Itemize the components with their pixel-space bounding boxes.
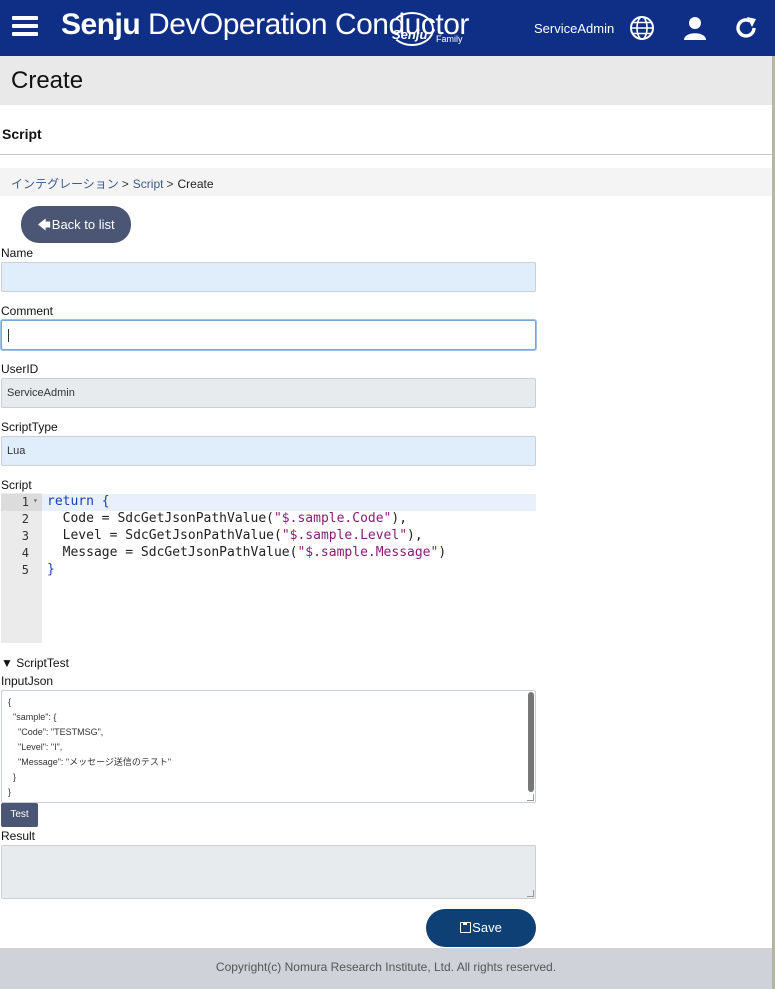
scripttype-select[interactable]: Lua — [1, 436, 536, 466]
scripttype-label: ScriptType — [1, 420, 58, 434]
resize-handle-icon[interactable] — [527, 890, 534, 897]
line-number: 3 — [21, 529, 29, 543]
inputjson-label: InputJson — [1, 674, 54, 688]
inputjson-scrollbar[interactable] — [528, 692, 534, 792]
page-title: Create — [11, 67, 84, 94]
result-textarea[interactable] — [1, 845, 536, 899]
breadcrumb-script[interactable]: Script — [133, 177, 164, 191]
brand-logo-text: Senju — [392, 27, 428, 42]
floppy-disk-icon — [460, 922, 472, 933]
arrow-left-icon: 🡄 — [37, 217, 51, 232]
text-caret — [8, 328, 9, 342]
breadcrumb-integration[interactable]: インテグレーション — [11, 177, 119, 191]
userid-label: UserID — [1, 362, 39, 376]
comment-label: Comment — [1, 304, 54, 318]
userid-input[interactable]: ServiceAdmin — [1, 378, 536, 408]
code-line: } — [47, 562, 55, 577]
section-title: Script — [2, 126, 42, 142]
current-user[interactable]: ServiceAdmin — [534, 21, 614, 36]
breadcrumb-current: Create — [177, 177, 214, 191]
refresh-icon[interactable] — [733, 15, 759, 41]
script-editor[interactable]: 1 ▾ 2 3 4 5 return { Code = SdcGetJsonPa… — [1, 493, 536, 643]
line-number: 2 — [21, 512, 29, 526]
brand-family-text: Family — [436, 34, 463, 44]
code-line: Level = SdcGetJsonPathValue("$.sample.Le… — [47, 528, 423, 543]
result-label: Result — [1, 829, 36, 843]
active-line-highlight — [42, 494, 536, 511]
user-icon[interactable] — [682, 15, 708, 41]
code-line: return { — [47, 494, 110, 509]
breadcrumb-separator: > — [166, 177, 174, 191]
menu-icon[interactable] — [12, 16, 38, 40]
name-label: Name — [1, 246, 34, 260]
page-header: Create — [0, 56, 775, 105]
brand-name: Senju — [61, 8, 141, 41]
back-to-list-label: Back to list — [51, 217, 115, 232]
scripttest-toggle[interactable]: ▼ ScriptTest — [1, 656, 69, 670]
inputjson-textarea[interactable]: { "sample": { "Code": "TESTMSG", "Level"… — [1, 690, 536, 803]
disclosure-triangle-icon: ▼ — [1, 656, 17, 670]
test-button[interactable]: Test — [1, 803, 38, 827]
breadcrumb: インテグレーション > Script > Create — [0, 168, 772, 196]
comment-input[interactable] — [1, 320, 536, 350]
scripttest-label: ScriptTest — [16, 656, 69, 670]
code-line: Message = SdcGetJsonPathValue("$.sample.… — [47, 545, 447, 560]
inputjson-value: { "sample": { "Code": "TESTMSG", "Level"… — [8, 697, 172, 797]
save-button[interactable]: Save — [426, 909, 536, 947]
back-to-list-button[interactable]: 🡄Back to list — [21, 206, 131, 243]
fold-toggle-icon[interactable]: ▾ — [33, 496, 38, 505]
name-input[interactable] — [1, 262, 536, 292]
code-line: Code = SdcGetJsonPathValue("$.sample.Cod… — [47, 511, 408, 526]
footer-copyright: Copyright(c) Nomura Research Institute, … — [0, 948, 772, 989]
line-number: 1 — [21, 495, 29, 509]
resize-handle-icon[interactable] — [527, 794, 534, 801]
script-label: Script — [1, 478, 32, 492]
top-bar: Senju DevOperation Conductor Senju Famil… — [0, 0, 775, 56]
line-number: 4 — [21, 546, 29, 560]
section-divider — [0, 154, 772, 155]
save-label: Save — [472, 920, 502, 935]
breadcrumb-separator: > — [121, 177, 129, 191]
globe-icon[interactable] — [629, 15, 655, 41]
line-number: 5 — [21, 563, 29, 577]
